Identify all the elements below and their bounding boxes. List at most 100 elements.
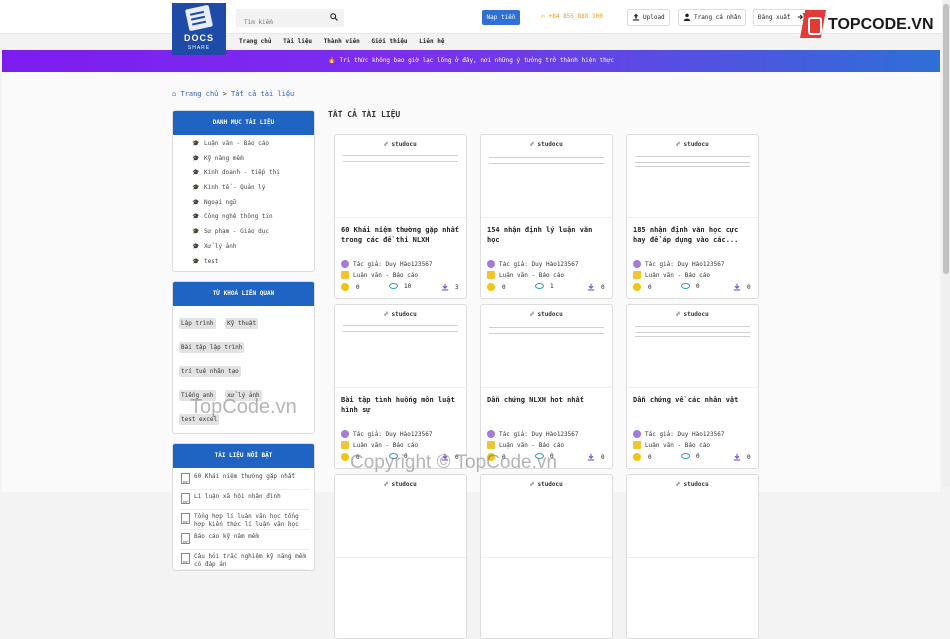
document-card[interactable]: ☍ studocu 185 nhận định văn học cực hay … (626, 134, 759, 299)
topup-button[interactable]: Nạp tiền (482, 10, 520, 25)
nav-home[interactable]: Trang chủ (239, 38, 272, 45)
breadcrumb-home[interactable]: Trang chủ (180, 90, 218, 98)
studocu-brand: ☍ studocu (481, 141, 612, 148)
download-stat: 3 (441, 283, 459, 291)
featured-item[interactable]: PDF 60 Khái niệm thường gặp nhất (179, 470, 310, 491)
author-name: Duy Hào123567 (385, 261, 433, 268)
download-icon (441, 283, 449, 291)
document-thumbnail[interactable]: ☍ studocu (627, 475, 758, 558)
document-card[interactable]: ☍ studocu 60 Khái niệm thường gặp nhất t… (334, 134, 467, 299)
document-title[interactable]: Bài tập tình huống môn luật hình sự (341, 395, 461, 415)
graduation-cap-icon: 🎓 (192, 257, 200, 265)
document-thumbnail[interactable]: ☍ studocu (481, 305, 612, 388)
document-card[interactable]: ☍ studocu Dẫn chứng NLXH hot nhất Tác gi… (480, 304, 613, 469)
coin-icon (341, 283, 349, 291)
document-card[interactable]: ☍ studocu Dẫn chứng về các nhân vật Tác … (626, 304, 759, 469)
coin-icon (633, 453, 641, 461)
document-thumbnail[interactable]: ☍ studocu (335, 135, 466, 218)
folder-icon (341, 271, 349, 279)
category-item[interactable]: 🎓 Kỹ năng mềm (192, 152, 314, 167)
author-prefix: Tác giả: (353, 261, 382, 268)
document-stats: 0 10 3 (341, 283, 463, 293)
studocu-icon: ☍ (676, 311, 680, 318)
phone-icon: ✆ (541, 13, 545, 20)
studocu-brand: ☍ studocu (481, 311, 612, 318)
category-item[interactable]: 🎓 Sư phạm - Giáo dục (192, 225, 314, 240)
nav-contact[interactable]: Liên hệ (419, 38, 444, 45)
profile-button[interactable]: Trang cá nhân (678, 9, 746, 26)
thumb-text-line (635, 326, 750, 327)
featured-item[interactable]: PDF Báo cáo kỹ năm mềm (179, 530, 310, 551)
nav-members[interactable]: Thành viên (324, 38, 360, 45)
featured-item[interactable]: PDF Tổng hợp lí luận văn học tổng hợp kiế… (179, 510, 310, 531)
search-icon[interactable] (330, 13, 338, 21)
breadcrumb-current[interactable]: Tất cả tài liệu (231, 90, 294, 98)
studocu-icon: ☍ (530, 141, 534, 148)
thumb-text-line (489, 157, 604, 158)
folder-icon (633, 271, 641, 279)
keyword-tag[interactable]: Lập trình (179, 318, 216, 330)
keyword-tag[interactable]: trí tuệ nhân tạo (179, 366, 241, 378)
keyword-tag[interactable]: Kỹ thuật (225, 318, 259, 330)
nav-documents[interactable]: Tài liệu (283, 38, 312, 45)
upload-button[interactable]: Upload (627, 9, 670, 26)
docs-share-logo[interactable]: DOCS SHARE (172, 3, 226, 55)
scrollbar-thumb[interactable] (943, 4, 949, 274)
document-card[interactable]: ☍ studocu (626, 474, 759, 639)
download-count: 0 (601, 284, 605, 291)
avatar-icon (341, 430, 349, 438)
document-thumbnail[interactable]: ☍ studocu (481, 135, 612, 218)
category-name: Luận văn - Báo cáo (499, 442, 565, 449)
page-scrollbar[interactable] (942, 0, 950, 487)
view-count: 10 (404, 283, 412, 290)
document-title[interactable]: 185 nhận định văn học cực hay để áp dụng… (633, 225, 753, 245)
breadcrumb: ⌂ Trang chủ > Tất cả tài liệu (172, 90, 294, 98)
document-thumbnail[interactable]: ☍ studocu (335, 475, 466, 558)
featured-item[interactable]: PDF Câu hỏi trắc nghiệm kỹ năng mềm có đá… (179, 550, 310, 571)
download-stat: 0 (733, 453, 751, 461)
category-item[interactable]: 🎓 Kinh tế - Quản lý (192, 181, 314, 196)
document-thumbnail[interactable]: ☍ studocu (335, 305, 466, 388)
avatar-icon (487, 260, 495, 268)
category-item[interactable]: 🎓 Luận văn - Báo cáo (192, 137, 314, 152)
document-category: Luận văn - Báo cáo (487, 441, 564, 450)
document-author: Tác giả: Duy Hào123567 (487, 430, 579, 439)
studocu-brand: ☍ studocu (627, 311, 758, 318)
document-title[interactable]: Dẫn chứng NLXH hot nhất (487, 395, 607, 405)
thumb-text-line (489, 333, 604, 334)
document-card[interactable]: ☍ studocu (334, 474, 467, 639)
featured-item[interactable]: PDF Lí luận xã hội nhận định (179, 490, 310, 511)
author-prefix: Tác giả: (353, 431, 382, 438)
nav-about[interactable]: Giới thiệu (371, 38, 407, 45)
download-count: 0 (747, 454, 751, 461)
category-item[interactable]: 🎓 test (192, 255, 314, 270)
document-category: Luận văn - Báo cáo (341, 271, 418, 280)
keyword-tag[interactable]: Bài tập lập trình (179, 342, 245, 354)
search-input[interactable] (236, 13, 322, 32)
category-item[interactable]: 🎓 Kinh doanh - tiếp thị (192, 166, 314, 181)
document-card[interactable]: ☍ studocu (480, 474, 613, 639)
category-item[interactable]: 🎓 Ngoại ngữ (192, 196, 314, 211)
category-item[interactable]: 🎓 Xử lý ảnh (192, 240, 314, 255)
page-title: TẤT CẢ TÀI LIỆU (328, 110, 401, 119)
document-title[interactable]: Dẫn chứng về các nhân vật (633, 395, 753, 405)
logo-line2: SHARE (187, 45, 211, 51)
document-title[interactable]: 154 nhận định lý luận văn học (487, 225, 607, 245)
coin-count: 0 (648, 284, 652, 291)
category-name: Luận văn - Báo cáo (645, 442, 711, 449)
document-thumbnail[interactable]: ☍ studocu (481, 475, 612, 558)
document-stats: 0 0 0 (633, 453, 755, 463)
home-icon: ⌂ (172, 90, 177, 98)
document-thumbnail[interactable]: ☍ studocu (627, 305, 758, 388)
author-prefix: Tác giả: (645, 261, 674, 268)
document-card[interactable]: ☍ studocu Bài tập tình huống môn luật hì… (334, 304, 467, 469)
category-item[interactable]: 🎓 Công nghệ thông tin (192, 210, 314, 225)
thumb-text-line (635, 336, 750, 337)
document-card[interactable]: ☍ studocu 154 nhận định lý luận văn học … (480, 134, 613, 299)
coin-icon (487, 283, 495, 291)
hotline[interactable]: ✆ +84 855 888 100 (541, 13, 603, 20)
studocu-brand: ☍ studocu (335, 141, 466, 148)
thumb-text-line (635, 166, 750, 167)
document-title[interactable]: 60 Khái niệm thường gặp nhất trong các đ… (341, 225, 461, 245)
document-thumbnail[interactable]: ☍ studocu (627, 135, 758, 218)
